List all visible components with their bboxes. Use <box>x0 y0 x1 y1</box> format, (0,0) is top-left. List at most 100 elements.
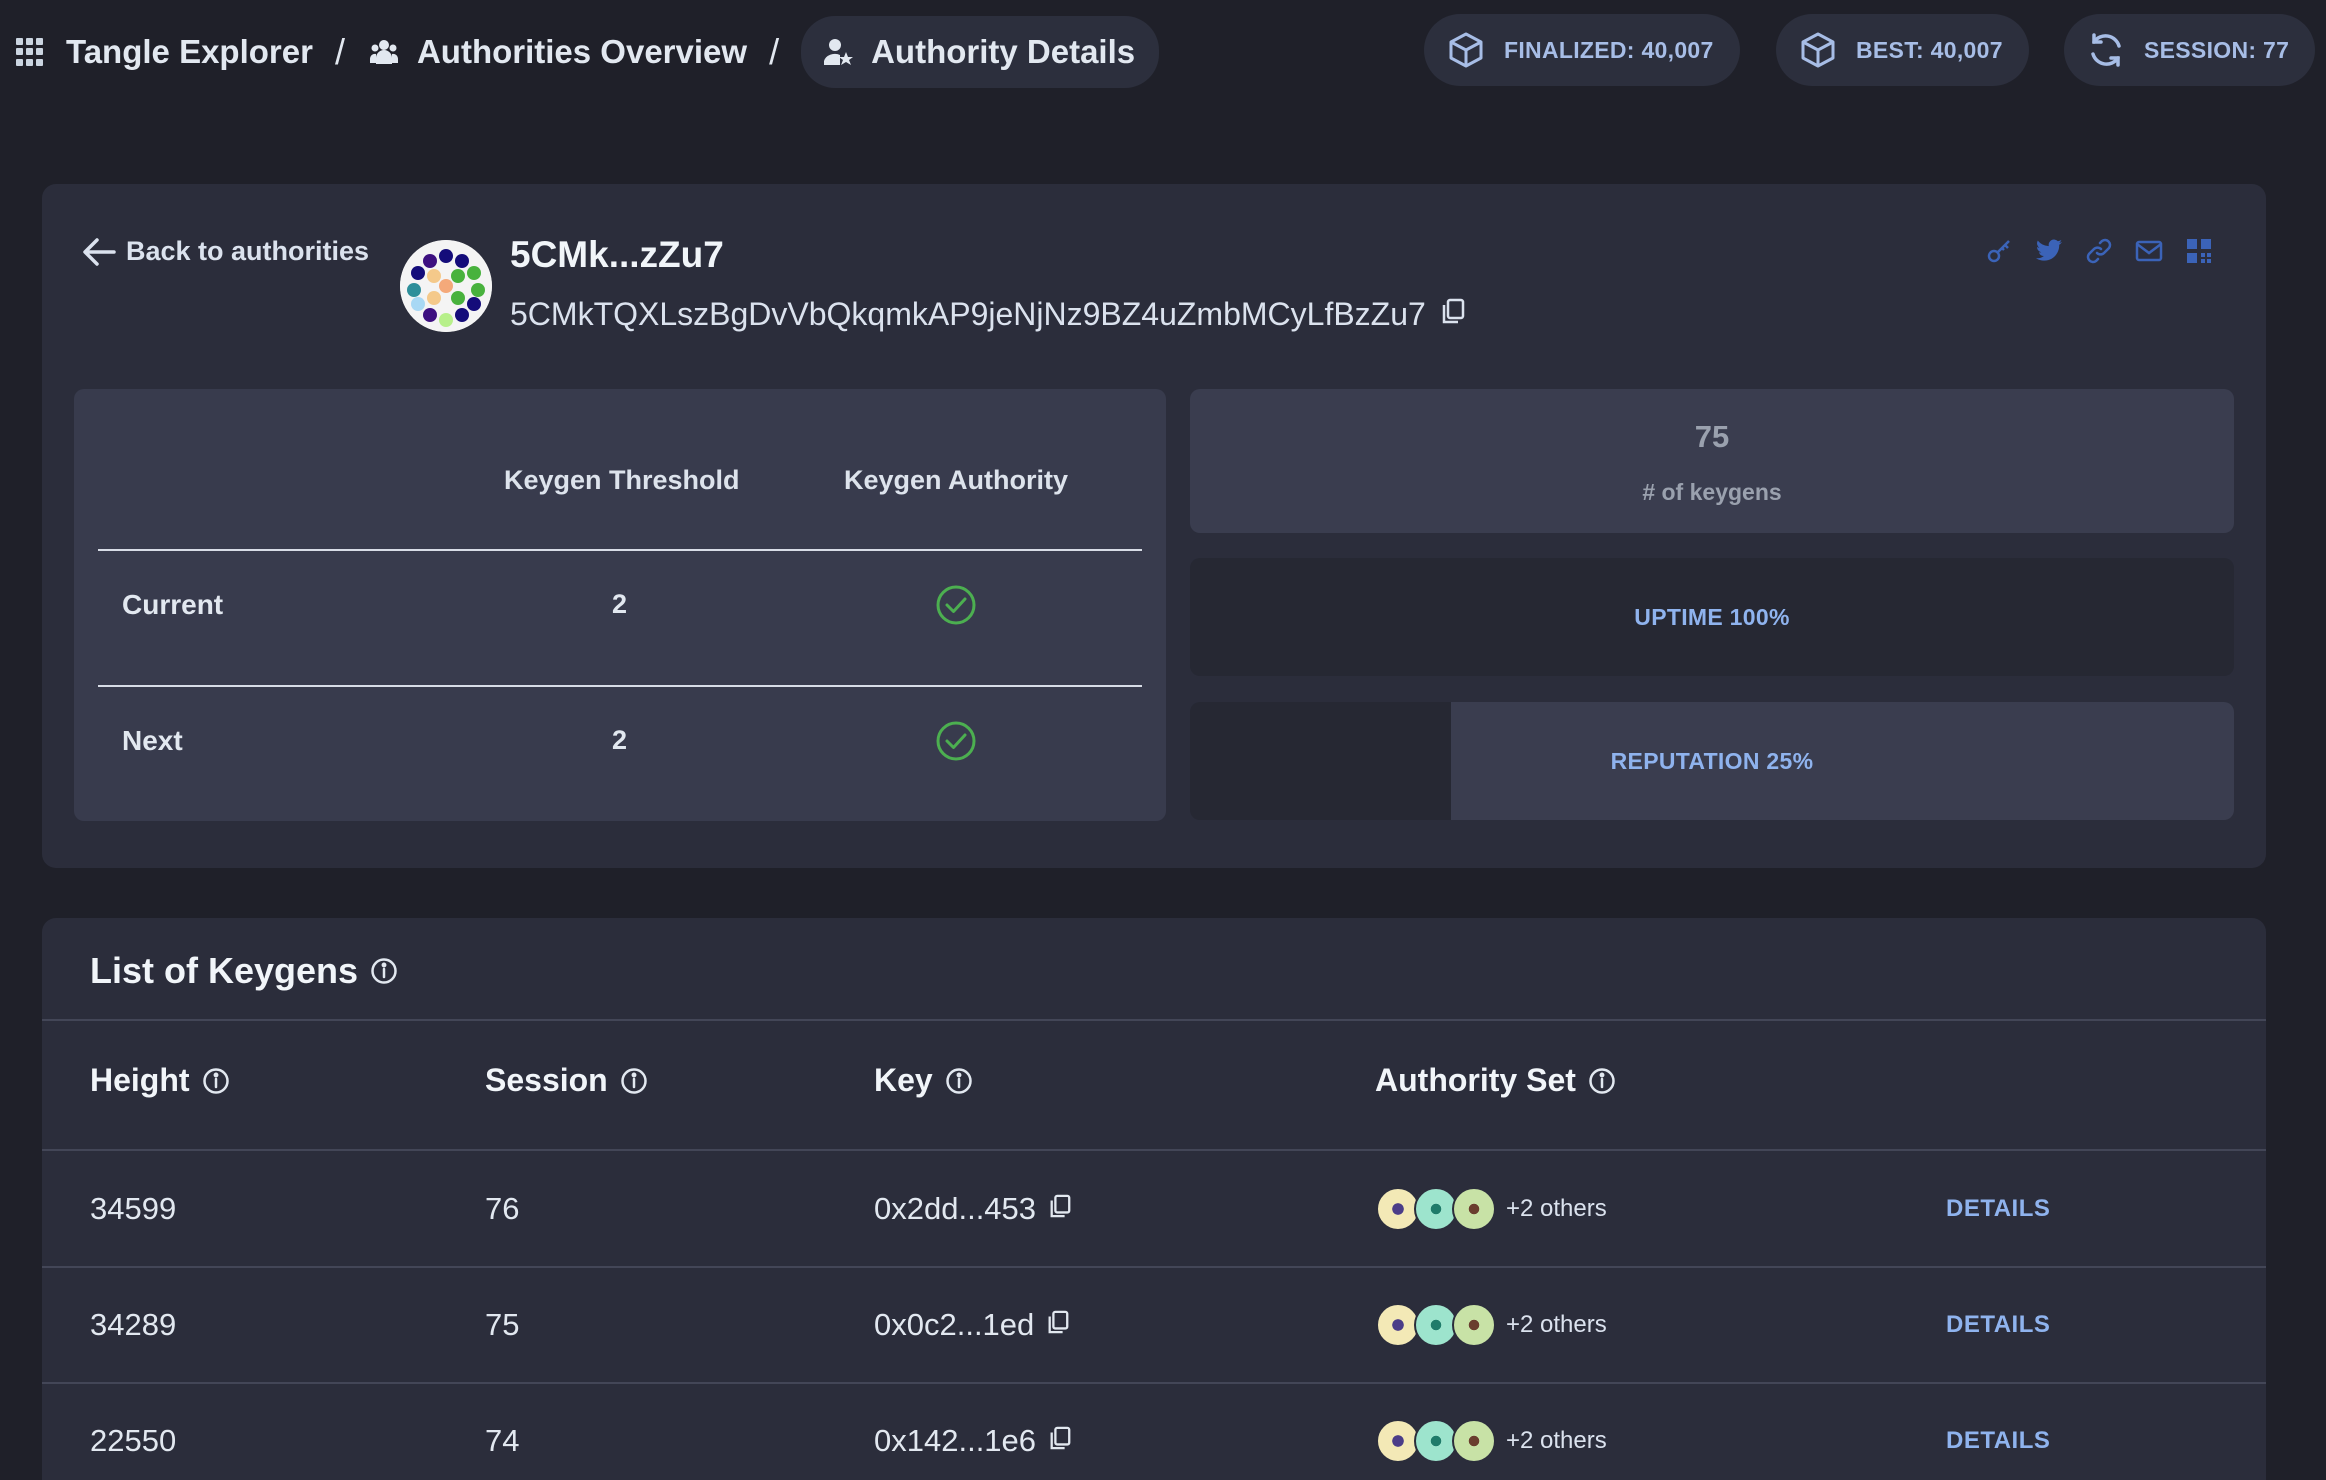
authority-short-address: 5CMk...zZu7 <box>510 234 724 275</box>
key-text: 0x2dd...453 <box>874 1191 1037 1226</box>
grid-icon[interactable] <box>2184 236 2214 266</box>
avatar <box>1452 1419 1496 1463</box>
breadcrumb: Tangle Explorer / Authorities Overview /… <box>16 16 1160 88</box>
uptime-label: UPTIME 100% <box>1634 603 1790 630</box>
copy-icon[interactable] <box>1048 1423 1072 1459</box>
authority-avatars[interactable] <box>1376 1419 1496 1463</box>
copy-icon[interactable] <box>1048 1191 1072 1227</box>
avatar <box>1452 1187 1496 1231</box>
breadcrumb-separator: / <box>334 31 345 72</box>
others-count: +2 others <box>1506 1311 1607 1338</box>
app-title[interactable]: Tangle Explorer <box>66 33 313 71</box>
table-row: 34289 75 0x0c2...1ed +2 others DETAILS <box>42 1267 2266 1383</box>
keygens-list-title: List of Keygens <box>90 950 398 992</box>
full-address-text: 5CMkTQXLszBgDvVbQkqmkAP9jeNjNz9BZ4uZmbMC… <box>510 296 1426 332</box>
details-link[interactable]: DETAILS <box>1946 1267 2050 1383</box>
top-bar: Tangle Explorer / Authorities Overview /… <box>0 0 2326 100</box>
next-threshold-value: 2 <box>612 725 628 755</box>
list-title-text: List of Keygens <box>90 950 359 991</box>
best-block-badge: BEST: 40,007 <box>1776 14 2029 86</box>
key-text: 0x0c2...1ed <box>874 1307 1035 1342</box>
info-icon[interactable] <box>945 1067 973 1095</box>
session-badge: SESSION: 77 <box>2064 14 2316 86</box>
info-icon[interactable] <box>620 1067 648 1095</box>
link-icon[interactable] <box>2084 236 2114 266</box>
reputation-bar: REPUTATION 25% <box>1190 702 2234 820</box>
check-circle-icon <box>936 585 976 625</box>
cell-height: 34289 <box>90 1307 177 1342</box>
breadcrumb-authority-details[interactable]: Authority Details <box>801 16 1160 88</box>
users-icon <box>367 35 401 69</box>
header-keygen-authority: Keygen Authority <box>844 465 1069 495</box>
table-divider <box>98 685 1142 687</box>
info-icon[interactable] <box>202 1067 230 1095</box>
keygens-count: 75 <box>1694 419 1730 454</box>
cell-authority-set: +2 others <box>1376 1383 1607 1480</box>
table-row: 34599 76 0x2dd...453 +2 others DETAILS <box>42 1151 2266 1267</box>
column-session: Session <box>485 1062 648 1099</box>
authority-avatars[interactable] <box>1376 1303 1496 1347</box>
reputation-label: REPUTATION 25% <box>1610 747 1814 774</box>
info-icon[interactable] <box>370 957 398 985</box>
session-label: SESSION: 77 <box>2144 36 2290 63</box>
arrow-left-icon <box>83 237 116 266</box>
cell-authority-set: +2 others <box>1376 1151 1607 1267</box>
keygens-list-card: List of Keygens Height Session Key Autho… <box>42 918 2266 1480</box>
back-to-authorities-link[interactable]: Back to authorities <box>82 236 369 267</box>
avatar <box>1452 1303 1496 1347</box>
cube-icon <box>1446 30 1486 70</box>
cell-session: 75 <box>485 1307 520 1342</box>
authority-card: Back to authorities 5CMk...zZu7 5CMkTQXL… <box>42 184 2266 868</box>
breadcrumb-authorities-overview[interactable]: Authorities Overview <box>417 33 747 71</box>
breadcrumb-current-label: Authority Details <box>871 33 1136 70</box>
cell-key: 0x0c2...1ed <box>874 1267 1070 1383</box>
column-authority-set: Authority Set <box>1375 1062 1616 1099</box>
others-count: +2 others <box>1506 1427 1607 1454</box>
authority-avatars[interactable] <box>1376 1187 1496 1231</box>
back-link-label: Back to authorities <box>126 236 370 266</box>
user-star-icon <box>821 35 855 69</box>
header-keygen-threshold: Keygen Threshold <box>504 465 740 495</box>
key-text: 0x142...1e6 <box>874 1423 1037 1458</box>
current-threshold-value: 2 <box>612 589 628 619</box>
authority-full-address: 5CMkTQXLszBgDvVbQkqmkAP9jeNjNz9BZ4uZmbMC… <box>510 296 1466 333</box>
cell-height: 22550 <box>90 1423 177 1458</box>
cell-session: 74 <box>485 1423 520 1458</box>
cell-key: 0x2dd...453 <box>874 1151 1072 1267</box>
info-icon[interactable] <box>1588 1067 1616 1095</box>
social-links <box>1984 236 2214 266</box>
keygens-count-box: 75 # of keygens <box>1190 389 2234 533</box>
cell-key: 0x142...1e6 <box>874 1383 1072 1480</box>
details-link[interactable]: DETAILS <box>1946 1383 2050 1480</box>
cell-height: 34599 <box>90 1191 177 1226</box>
uptime-bar: UPTIME 100% <box>1190 558 2234 676</box>
identicon-avatar <box>400 240 492 332</box>
row-label-current: Current <box>122 589 224 620</box>
column-key: Key <box>874 1062 973 1099</box>
key-icon[interactable] <box>1984 236 2014 266</box>
cube-icon <box>1798 30 1838 70</box>
cell-authority-set: +2 others <box>1376 1267 1607 1383</box>
best-label: BEST: 40,007 <box>1856 36 2003 63</box>
others-count: +2 others <box>1506 1195 1607 1222</box>
column-height: Height <box>90 1062 230 1099</box>
details-link[interactable]: DETAILS <box>1946 1151 2050 1267</box>
finalized-block-badge: FINALIZED: 40,007 <box>1424 14 1740 86</box>
twitter-icon[interactable] <box>2034 236 2064 266</box>
copy-icon[interactable] <box>1440 296 1466 333</box>
table-divider <box>98 549 1142 551</box>
column-height-label: Height <box>90 1062 190 1098</box>
table-row: 22550 74 0x142...1e6 +2 others DETAILS <box>42 1383 2266 1480</box>
refresh-icon <box>2086 30 2126 70</box>
breadcrumb-separator: / <box>769 31 780 72</box>
cell-session: 76 <box>485 1191 520 1226</box>
mail-icon[interactable] <box>2134 236 2164 266</box>
column-session-label: Session <box>485 1062 608 1098</box>
list-divider <box>42 1019 2266 1021</box>
copy-icon[interactable] <box>1046 1307 1070 1343</box>
column-authority-set-label: Authority Set <box>1375 1062 1576 1098</box>
apps-grid-icon[interactable] <box>16 38 44 66</box>
column-key-label: Key <box>874 1062 933 1098</box>
row-label-next: Next <box>122 725 183 756</box>
finalized-label: FINALIZED: 40,007 <box>1504 36 1714 63</box>
